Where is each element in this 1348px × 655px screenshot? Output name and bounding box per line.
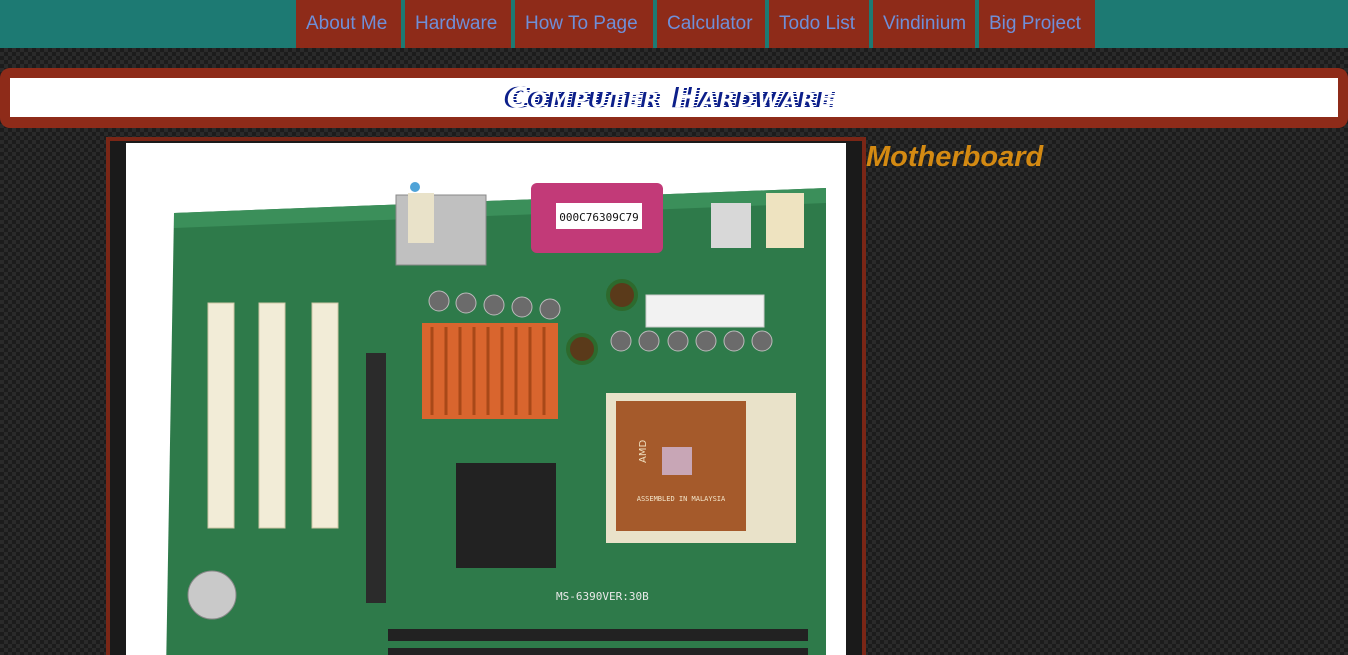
motherboard-image: 000C76309C79 AMD ASSEMBLED IN MALAYSIA M…	[126, 143, 846, 655]
nav-item-about-me[interactable]: About Me	[296, 0, 401, 48]
nav-item-label: Todo List	[779, 13, 856, 34]
serial-label-text: 000C76309C79	[559, 211, 638, 224]
nav-list: About Me Hardware How To Page Calculator…	[296, 0, 1099, 48]
io-port-usb	[711, 203, 751, 248]
pci-slot-2	[258, 302, 286, 529]
cpu-assembly-text: ASSEMBLED IN MALAYSIA	[637, 495, 726, 503]
nav-item-big-project[interactable]: Big Project	[979, 0, 1095, 48]
cpu-brand-text: AMD	[638, 440, 649, 463]
nav-item-todo-list[interactable]: Todo List	[769, 0, 869, 48]
cpu-die	[662, 447, 692, 475]
page-title: Computer Hardware	[509, 81, 839, 114]
page-banner: Computer Hardware	[0, 68, 1348, 128]
choke-2	[566, 333, 598, 365]
section-title: Motherboard	[866, 141, 1044, 173]
motherboard-illustration: 000C76309C79 AMD ASSEMBLED IN MALAYSIA M…	[166, 182, 826, 655]
ram-slot-2	[388, 648, 808, 655]
atx-power-connector	[645, 294, 765, 328]
agp-slot	[366, 353, 386, 603]
pci-slot-3	[311, 302, 339, 529]
nav-item-label: Vindinium	[883, 13, 967, 34]
nav-item-label: About Me	[306, 13, 388, 34]
nav-item-calculator[interactable]: Calculator	[657, 0, 765, 48]
io-port-ps2	[408, 193, 434, 243]
ram-slot-1	[388, 629, 808, 641]
board-model-text: MS-6390VER:30B	[556, 590, 649, 603]
pci-slot-1	[207, 302, 235, 529]
top-navbar: About Me Hardware How To Page Calculator…	[0, 0, 1348, 48]
nav-item-label: Hardware	[415, 13, 498, 34]
nav-item-how-to-page[interactable]: How To Page	[515, 0, 653, 48]
banner-inner: Computer Hardware	[10, 78, 1338, 117]
nav-item-vindinium[interactable]: Vindinium	[873, 0, 975, 48]
nav-item-hardware[interactable]: Hardware	[405, 0, 511, 48]
southbridge-heatsink	[456, 463, 556, 568]
nav-item-label: How To Page	[525, 13, 638, 34]
motherboard-image-frame: 000C76309C79 AMD ASSEMBLED IN MALAYSIA M…	[106, 137, 866, 655]
cmos-battery	[187, 570, 237, 620]
northbridge-heatsink	[422, 323, 558, 419]
nav-item-label: Big Project	[989, 13, 1081, 34]
nav-item-label: Calculator	[667, 13, 753, 34]
io-led	[410, 182, 420, 192]
io-port-audio	[766, 193, 804, 248]
choke-1	[606, 279, 638, 311]
